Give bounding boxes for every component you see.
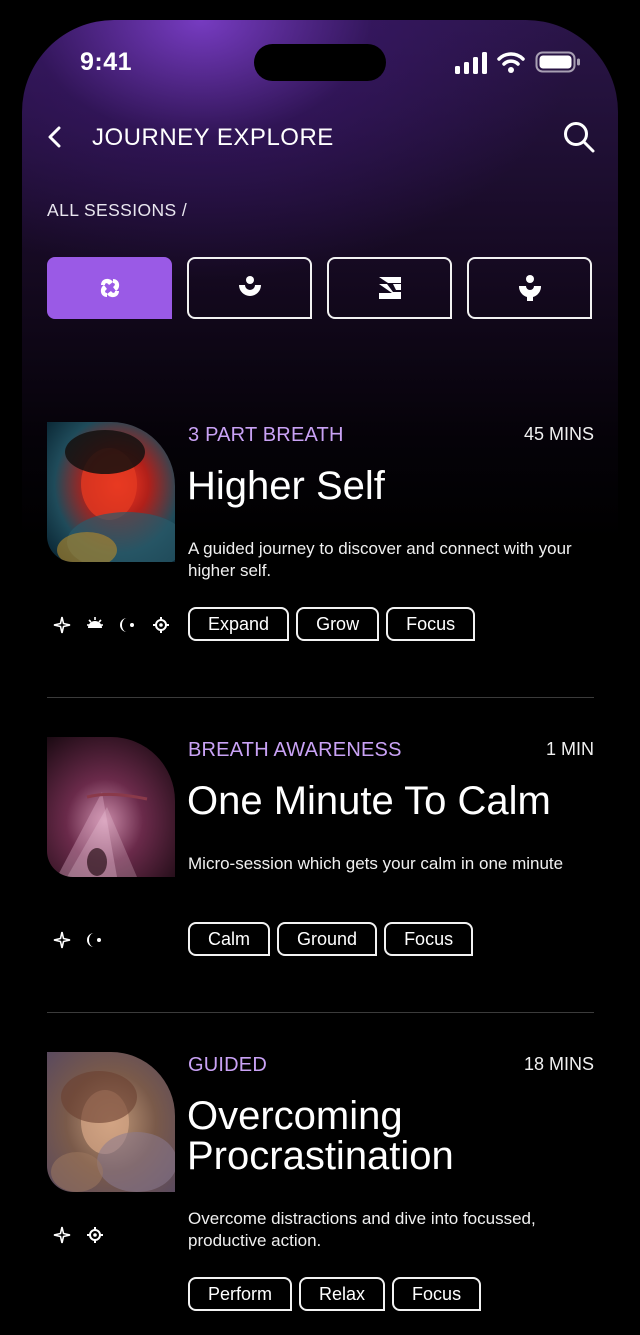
divider xyxy=(47,1012,594,1013)
session-duration: 18 MINS xyxy=(523,1054,594,1074)
session-thumbnail xyxy=(47,737,175,877)
session-attribute-icons xyxy=(53,1226,104,1244)
tag-chip[interactable]: Ground xyxy=(277,922,378,956)
tag-chip[interactable]: Focus xyxy=(384,922,474,956)
sparkle-icon xyxy=(53,1226,71,1244)
session-title: Higher Self xyxy=(187,464,385,508)
filter-tab-blocks[interactable] xyxy=(327,257,452,319)
session-card[interactable]: GUIDED 18 MINS Overcoming Procrastinatio… xyxy=(47,1052,594,1332)
session-description: A guided journey to discover and connect… xyxy=(188,539,572,580)
tag-chip[interactable]: Calm xyxy=(188,922,271,956)
session-title: One Minute To Calm xyxy=(187,779,551,823)
tag-chip[interactable]: Expand xyxy=(188,607,290,641)
tag-chip[interactable]: Focus xyxy=(386,607,476,641)
tag-chip[interactable]: Perform xyxy=(188,1277,293,1311)
session-category: BREATH AWARENESS xyxy=(188,739,402,761)
tag-chip[interactable]: Relax xyxy=(299,1277,386,1311)
battery-icon xyxy=(535,51,580,73)
gear-icon xyxy=(87,1227,103,1243)
session-description: Overcome distractions and dive into focu… xyxy=(188,1209,536,1250)
session-thumbnail xyxy=(47,422,175,562)
session-category: GUIDED xyxy=(188,1054,267,1076)
wifi-icon xyxy=(497,52,525,73)
moon-phase-icon xyxy=(120,618,134,632)
breadcrumb[interactable]: ALL SESSIONS / xyxy=(47,200,187,221)
tag-chip[interactable]: Grow xyxy=(296,607,380,641)
block-s-icon xyxy=(378,277,401,299)
search-icon[interactable] xyxy=(562,120,596,154)
session-card[interactable]: 3 PART BREATH 45 MINS Higher Self A guid… xyxy=(47,422,594,702)
session-duration: 45 MINS xyxy=(523,424,594,444)
session-attribute-icons xyxy=(53,931,104,949)
session-tags: Calm Ground Focus xyxy=(188,922,474,956)
session-card[interactable]: BREATH AWARENESS 1 MIN One Minute To Cal… xyxy=(47,737,594,1017)
session-title: Overcoming Procrastination xyxy=(187,1094,454,1178)
tag-chip[interactable]: Focus xyxy=(392,1277,482,1311)
session-tags: Perform Relax Focus xyxy=(188,1277,482,1311)
session-description: Micro-session which gets your calm in on… xyxy=(188,854,564,873)
swirl-icon xyxy=(100,278,119,298)
divider xyxy=(47,697,594,698)
session-tags: Expand Grow Focus xyxy=(188,607,476,641)
page-title: JOURNEY EXPLORE xyxy=(92,124,334,151)
filter-tab-person[interactable] xyxy=(467,257,592,319)
sparkle-icon xyxy=(53,931,71,949)
filter-tab-swirl[interactable] xyxy=(47,257,172,319)
sunrise-smile-icon xyxy=(238,276,261,296)
moon-phase-icon xyxy=(87,933,101,947)
session-thumbnail xyxy=(47,1052,175,1192)
sparkle-icon xyxy=(53,616,71,634)
back-chevron-icon[interactable] xyxy=(44,124,66,150)
person-bowl-icon xyxy=(518,275,541,301)
session-category: 3 PART BREATH xyxy=(188,424,344,446)
cellular-signal-icon xyxy=(455,52,487,74)
dynamic-island xyxy=(254,44,386,81)
sun-eye-icon xyxy=(87,617,103,628)
session-duration: 1 MIN xyxy=(545,739,594,759)
gear-icon xyxy=(153,617,169,633)
filter-tab-sunrise[interactable] xyxy=(187,257,312,319)
status-time: 9:41 xyxy=(80,48,133,76)
session-attribute-icons xyxy=(53,616,170,634)
phone-screen: 9:41 JOURNEY EXPLORE ALL SESSIONS / 3 PA… xyxy=(22,20,618,1335)
